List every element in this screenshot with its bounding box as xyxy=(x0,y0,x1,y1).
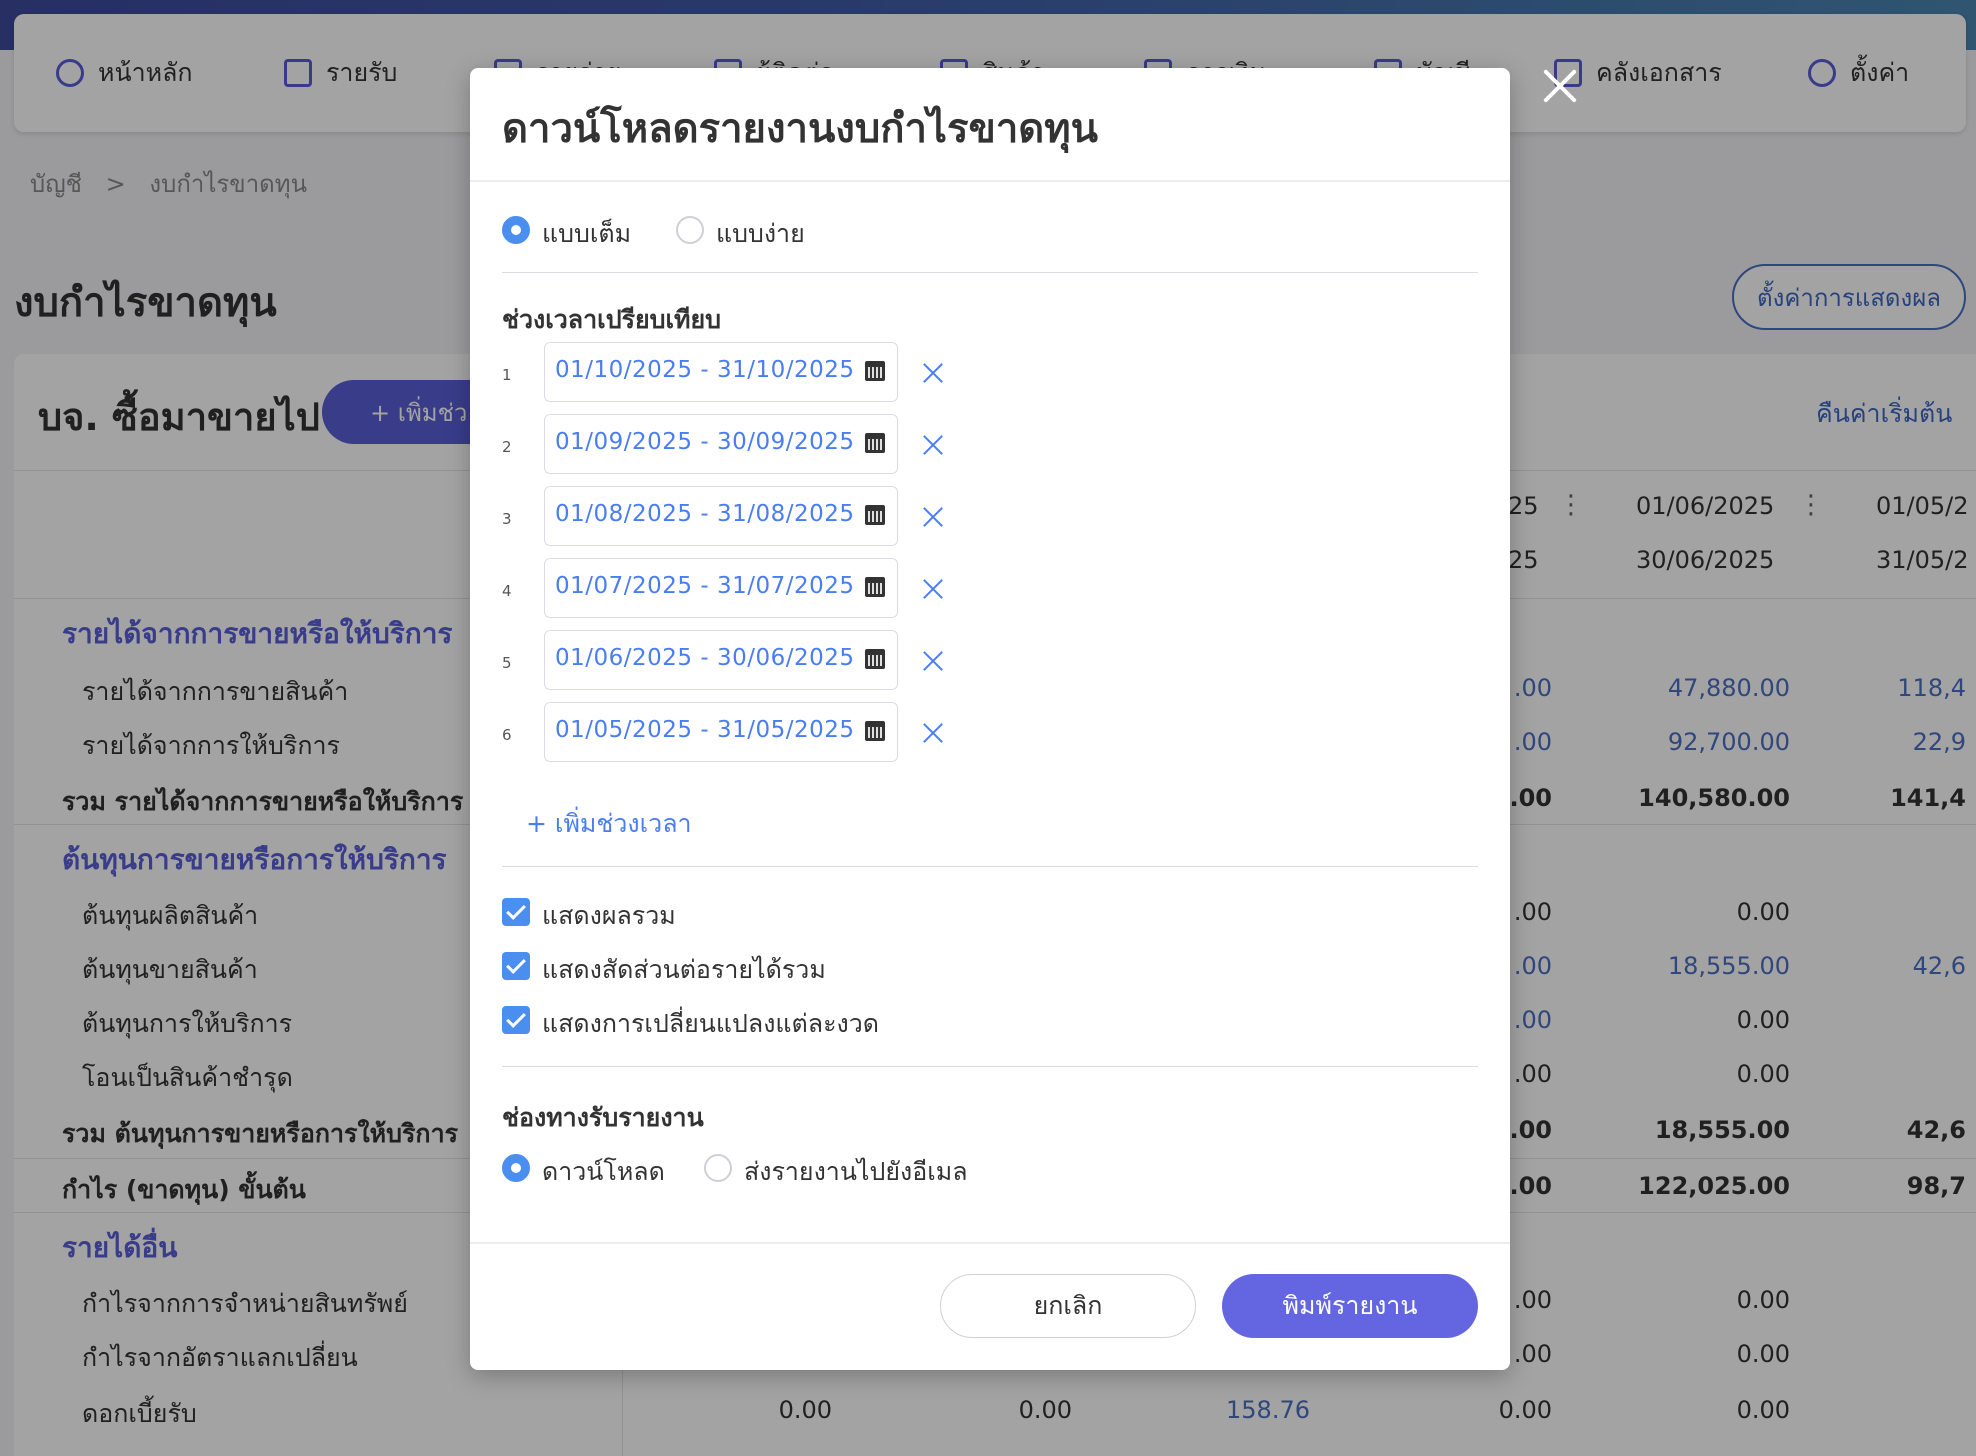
remove-range-icon[interactable] xyxy=(922,578,944,600)
cancel-button[interactable]: ยกเลิก xyxy=(940,1274,1196,1338)
section-divider xyxy=(502,1066,1478,1067)
remove-range-icon[interactable] xyxy=(922,506,944,528)
modal-footer-divider xyxy=(470,1242,1510,1244)
format-full-label[interactable]: แบบเต็ม xyxy=(542,214,631,254)
channel-download-label[interactable]: ดาวน์โหลด xyxy=(542,1152,665,1192)
channel-email-label[interactable]: ส่งรายงานไปยังอีเมล xyxy=(744,1152,968,1192)
show-ratio-label[interactable]: แสดงสัดส่วนต่อรายได้รวม xyxy=(542,950,826,990)
range-number: 2 xyxy=(502,438,512,456)
format-simple-radio[interactable] xyxy=(676,216,704,244)
download-report-modal: ดาวน์โหลดรายงานงบกำไรขาดทุน แบบเต็ม แบบง… xyxy=(470,68,1510,1370)
range-number: 6 xyxy=(502,726,512,744)
channel-download-radio[interactable] xyxy=(502,1154,530,1182)
calendar-icon[interactable] xyxy=(865,721,885,741)
calendar-icon[interactable] xyxy=(865,505,885,525)
format-simple-label[interactable]: แบบง่าย xyxy=(716,214,805,254)
remove-range-icon[interactable] xyxy=(922,362,944,384)
date-range-value: 01/10/2025 - 31/10/2025 xyxy=(555,357,855,383)
delivery-channel-label: ช่องทางรับรายงาน xyxy=(502,1103,704,1132)
modal-title: ดาวน์โหลดรายงานงบกำไรขาดทุน xyxy=(502,106,1098,152)
section-divider xyxy=(502,866,1478,867)
close-icon[interactable] xyxy=(1542,68,1578,104)
remove-range-icon[interactable] xyxy=(922,434,944,456)
date-range-input[interactable]: 01/05/2025 - 31/05/2025 xyxy=(544,702,898,762)
range-number: 5 xyxy=(502,654,512,672)
section-divider xyxy=(502,272,1478,273)
remove-range-icon[interactable] xyxy=(922,722,944,744)
show-ratio-checkbox[interactable] xyxy=(502,952,530,980)
date-range-value: 01/07/2025 - 31/07/2025 xyxy=(555,573,855,599)
compare-period-label: ช่วงเวลาเปรียบเทียบ xyxy=(502,305,722,334)
add-period-link[interactable]: + เพิ่มช่วงเวลา xyxy=(526,804,692,844)
date-range-input[interactable]: 01/06/2025 - 30/06/2025 xyxy=(544,630,898,690)
print-report-button[interactable]: พิมพ์รายงาน xyxy=(1222,1274,1478,1338)
remove-range-icon[interactable] xyxy=(922,650,944,672)
show-total-label[interactable]: แสดงผลรวม xyxy=(542,896,676,936)
date-range-value: 01/08/2025 - 31/08/2025 xyxy=(555,501,855,527)
date-range-value: 01/09/2025 - 30/09/2025 xyxy=(555,429,855,455)
date-range-input[interactable]: 01/10/2025 - 31/10/2025 xyxy=(544,342,898,402)
date-range-value: 01/06/2025 - 30/06/2025 xyxy=(555,645,855,671)
calendar-icon[interactable] xyxy=(865,433,885,453)
show-change-label[interactable]: แสดงการเปลี่ยนแปลงแต่ละงวด xyxy=(542,1004,879,1044)
show-change-checkbox[interactable] xyxy=(502,1006,530,1034)
range-number: 3 xyxy=(502,510,512,528)
calendar-icon[interactable] xyxy=(865,649,885,669)
calendar-icon[interactable] xyxy=(865,577,885,597)
channel-email-radio[interactable] xyxy=(704,1154,732,1182)
show-total-checkbox[interactable] xyxy=(502,898,530,926)
modal-divider xyxy=(470,180,1510,182)
calendar-icon[interactable] xyxy=(865,361,885,381)
date-range-input[interactable]: 01/08/2025 - 31/08/2025 xyxy=(544,486,898,546)
format-full-radio[interactable] xyxy=(502,216,530,244)
date-range-value: 01/05/2025 - 31/05/2025 xyxy=(555,717,855,743)
range-number: 1 xyxy=(502,366,512,384)
date-range-input[interactable]: 01/09/2025 - 30/09/2025 xyxy=(544,414,898,474)
date-range-input[interactable]: 01/07/2025 - 31/07/2025 xyxy=(544,558,898,618)
range-number: 4 xyxy=(502,582,512,600)
